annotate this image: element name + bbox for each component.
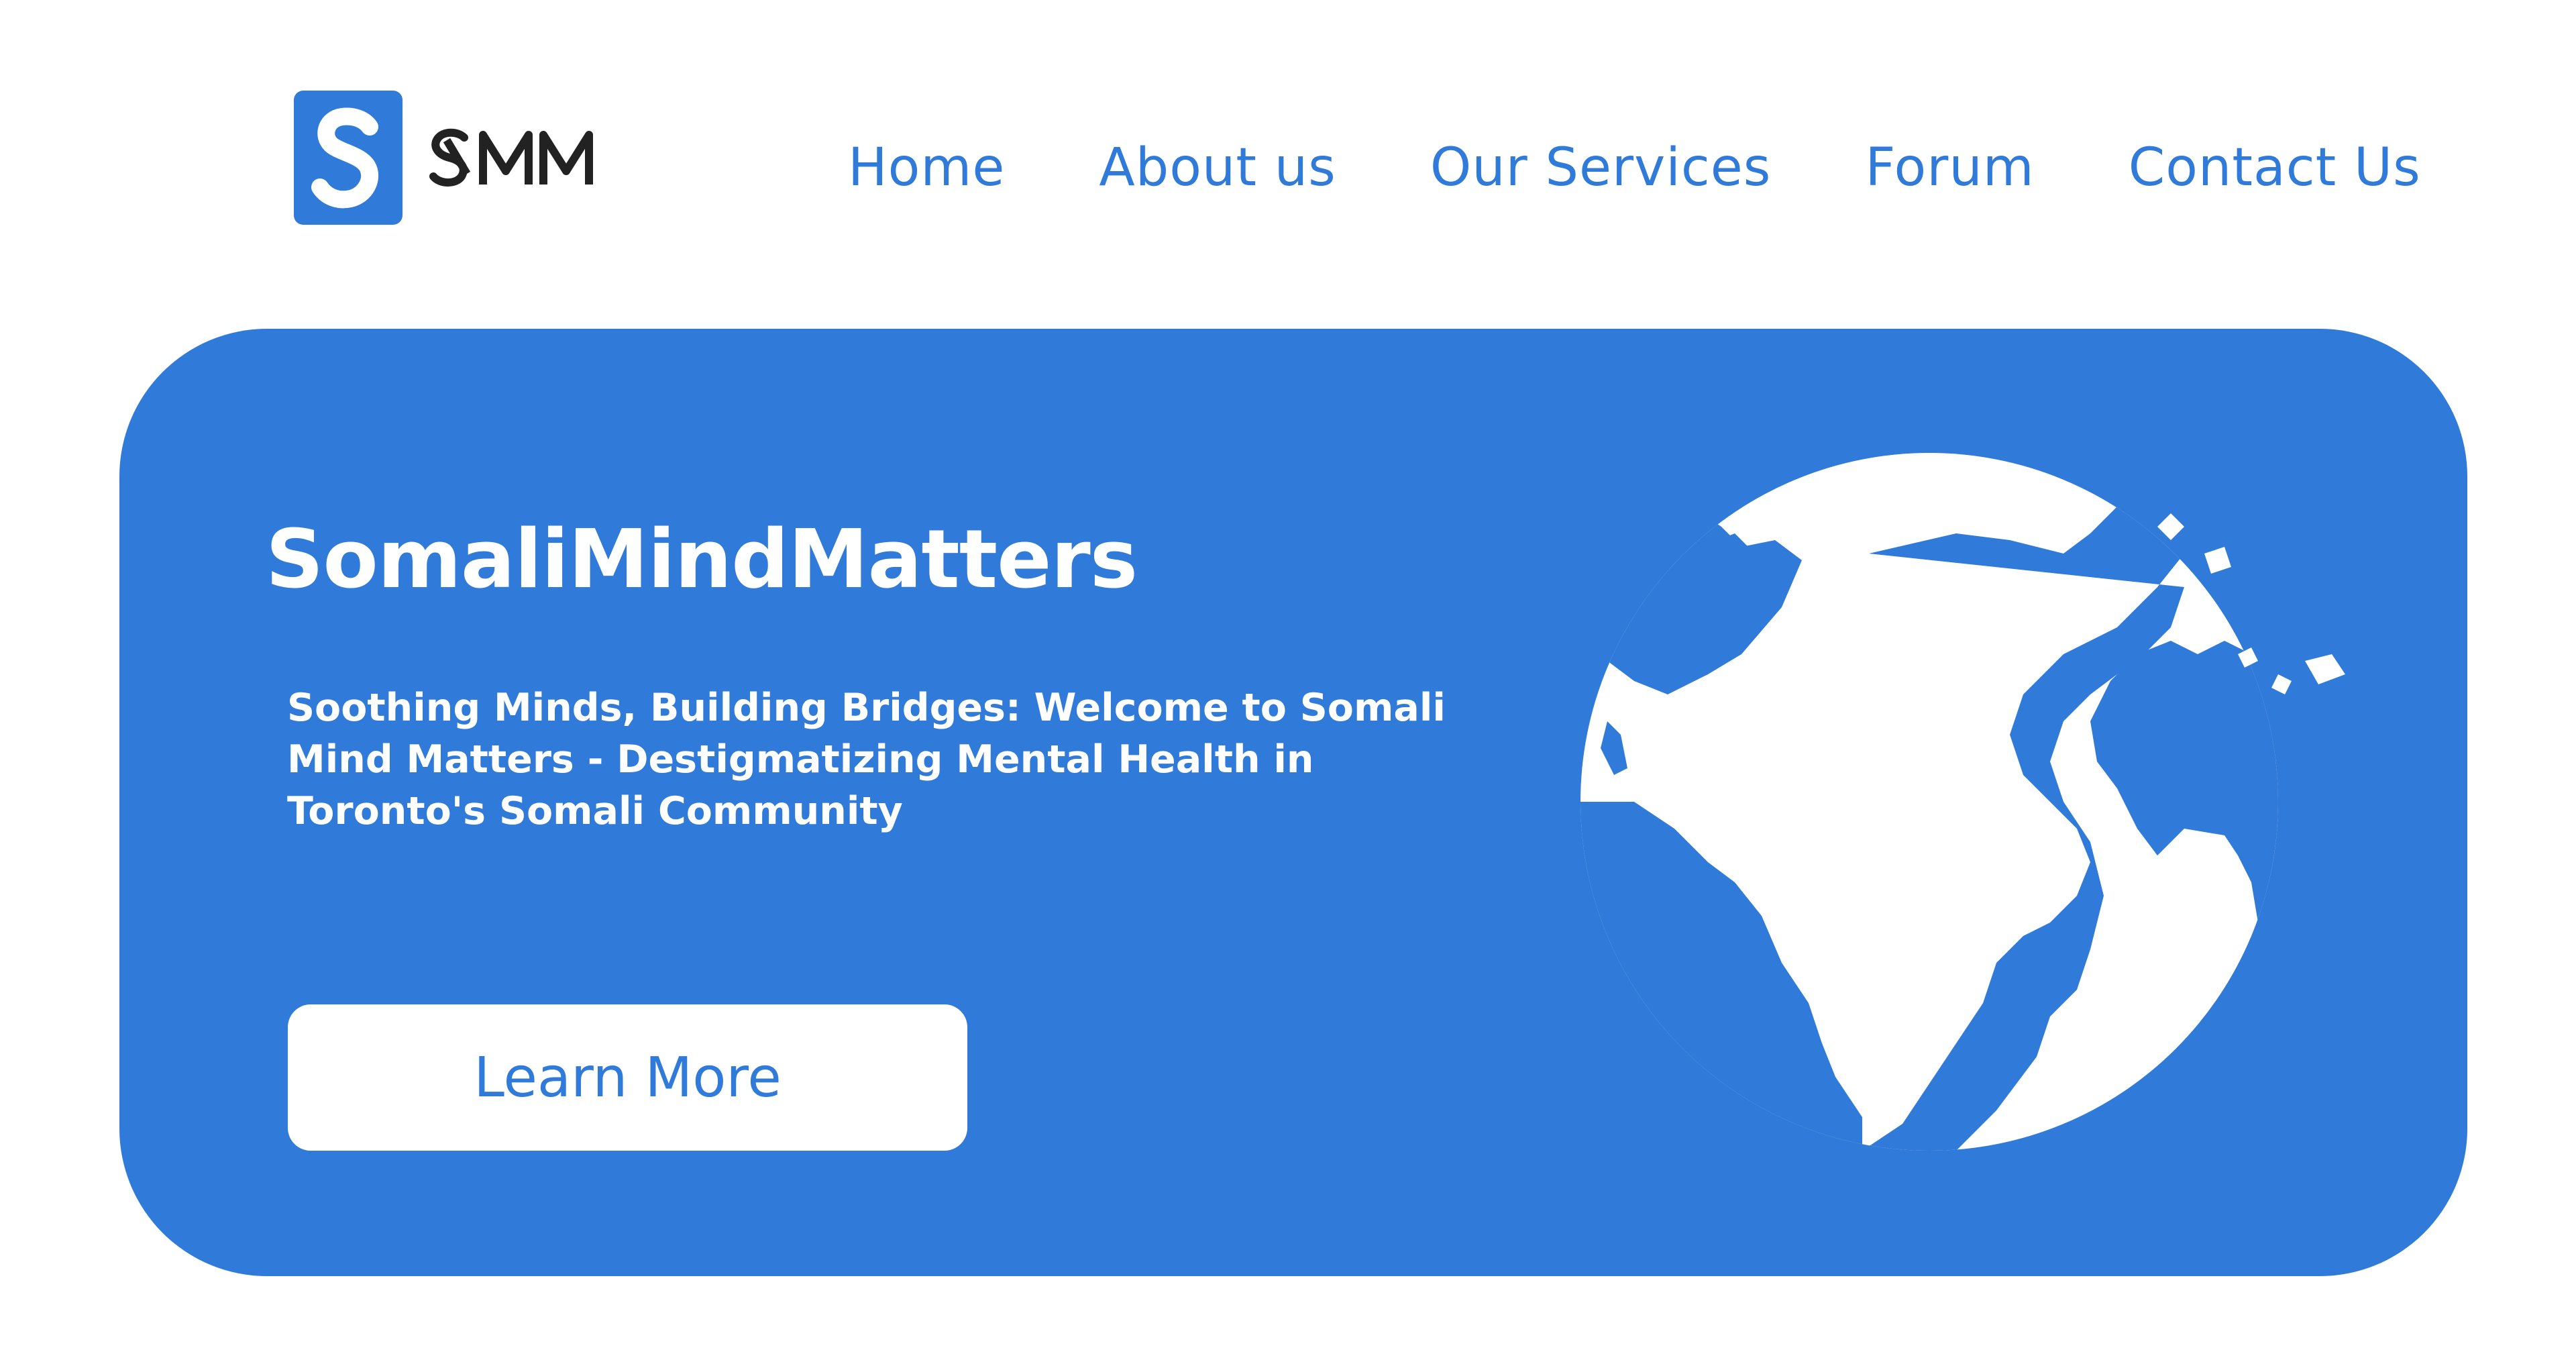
logo-wordmark: [423, 117, 610, 198]
hero-subtitle: Soothing Minds, Building Bridges: Welcom…: [287, 686, 1446, 833]
hero-banner: SomaliMindMatters Soothing Minds, Buildi…: [119, 329, 2467, 1276]
learn-more-button[interactable]: Learn More: [288, 1004, 967, 1151]
nav-home[interactable]: Home: [848, 131, 1005, 205]
logo-badge: [294, 91, 402, 225]
hero-title: SomaliMindMatters: [266, 513, 1138, 607]
nav-about-us[interactable]: About us: [1099, 131, 1336, 205]
logo-s-icon: [311, 107, 378, 209]
nav-contact-us[interactable]: Contact Us: [2129, 131, 2421, 205]
main-nav: Home About us Our Services Forum Contact…: [848, 131, 2421, 205]
globe-icon: [1580, 453, 2385, 1151]
nav-forum[interactable]: Forum: [1865, 131, 2034, 205]
nav-our-services[interactable]: Our Services: [1430, 131, 1772, 205]
site-header: Home About us Our Services Forum Contact…: [0, 0, 2576, 309]
logo[interactable]: [294, 91, 610, 225]
